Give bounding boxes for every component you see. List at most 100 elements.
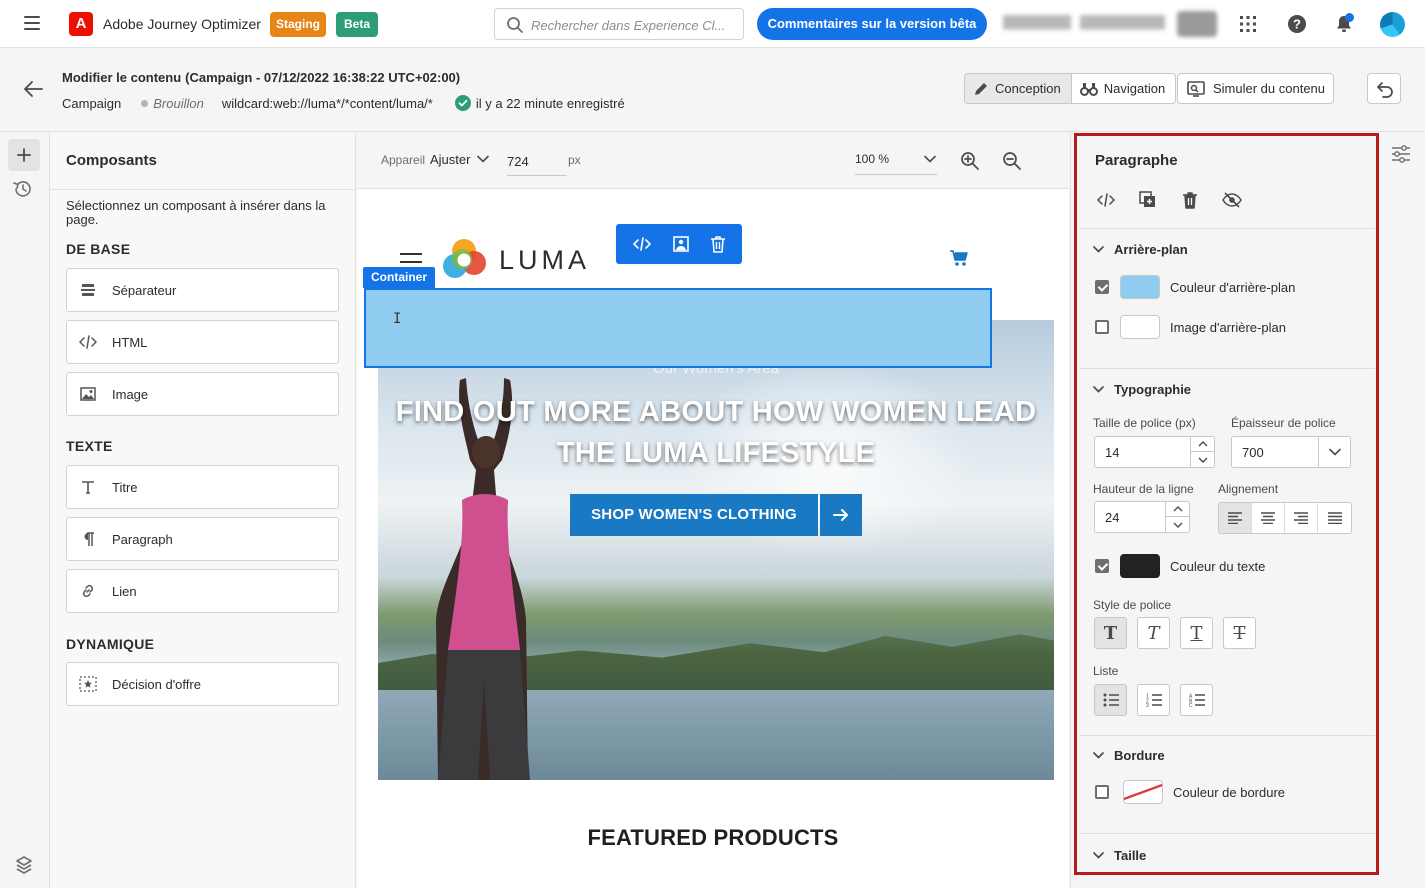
help-icon[interactable]: ? (1286, 13, 1308, 35)
text-cursor-icon: I (393, 311, 402, 327)
component-html[interactable]: HTML (66, 320, 339, 364)
hero-cta-button[interactable]: SHOP WOMEN'S CLOTHING (570, 494, 862, 536)
text-color-swatch[interactable] (1120, 554, 1160, 578)
component-paragraph[interactable]: Paragraph (66, 517, 339, 561)
trash-icon[interactable] (1179, 189, 1200, 210)
line-height-stepper[interactable]: 24 (1094, 501, 1190, 533)
offer-decision-icon (79, 675, 97, 693)
editor-canvas[interactable]: LUMA Our Women's Area FIND OUT MORE ABOU… (357, 189, 1069, 888)
simulate-content-button[interactable]: Simuler du contenu (1177, 73, 1334, 104)
search-input[interactable] (531, 14, 736, 36)
chevron-down-icon (1093, 852, 1104, 859)
background-section-toggle[interactable]: Arrière-plan (1093, 242, 1188, 257)
code-icon[interactable] (632, 236, 652, 252)
numbered-list-icon[interactable]: 123 (1137, 684, 1170, 716)
component-offer-decision[interactable]: Décision d'offre (66, 662, 339, 706)
border-section-toggle[interactable]: Bordure (1093, 748, 1165, 763)
undo-button[interactable] (1367, 73, 1401, 104)
blurred-org[interactable]: ████████ (1003, 15, 1071, 33)
align-center-icon[interactable] (1252, 503, 1285, 533)
strikethrough-icon[interactable]: T (1223, 617, 1256, 649)
align-left-icon[interactable] (1219, 503, 1252, 533)
bg-color-swatch[interactable] (1120, 275, 1160, 299)
separator-icon (79, 281, 97, 299)
svg-text:3: 3 (1146, 703, 1149, 707)
divider (1079, 833, 1375, 834)
code-icon[interactable] (1095, 189, 1116, 210)
device-label: Appareil (381, 153, 426, 167)
user-avatar[interactable] (1380, 12, 1405, 37)
container-tag: Container (363, 267, 436, 288)
bullet-list-icon[interactable] (1094, 684, 1127, 716)
bg-color-checkbox[interactable] (1095, 280, 1109, 294)
staging-badge: Staging (270, 12, 326, 37)
notifications-bell-icon[interactable] (1333, 13, 1355, 35)
chevron-down-icon[interactable] (1191, 452, 1214, 467)
section-basic-title: DE BASE (66, 241, 131, 257)
border-color-swatch[interactable] (1123, 780, 1163, 804)
arrow-right-icon (820, 494, 862, 536)
hero-banner[interactable]: Our Women's Area FIND OUT MORE ABOUT HOW… (378, 320, 1054, 780)
border-color-checkbox[interactable] (1095, 785, 1109, 799)
layers-icon[interactable] (13, 853, 35, 875)
component-link[interactable]: Lien (66, 569, 339, 613)
left-rail (0, 132, 50, 888)
line-height-label: Hauteur de la ligne (1093, 482, 1194, 496)
font-weight-select[interactable]: 700 (1231, 436, 1351, 468)
design-mode-button[interactable]: Conception (965, 74, 1072, 103)
component-image[interactable]: Image (66, 372, 339, 416)
history-icon[interactable] (12, 179, 34, 199)
trash-icon[interactable] (710, 235, 726, 253)
blurred-sandbox[interactable]: ██████████ (1080, 15, 1168, 33)
chevron-down-icon[interactable] (1166, 517, 1189, 532)
component-separator[interactable]: Séparateur (66, 268, 339, 312)
code-icon (79, 333, 97, 351)
chevron-down-icon[interactable] (924, 155, 936, 163)
bold-icon[interactable]: T (1094, 617, 1127, 649)
width-input[interactable] (507, 148, 567, 176)
status-badge: Brouillon (153, 95, 204, 111)
device-select[interactable]: Ajuster (430, 152, 470, 167)
selected-container[interactable]: I (364, 288, 992, 368)
back-arrow-icon[interactable] (22, 79, 44, 99)
chevron-down-icon (1093, 386, 1104, 393)
typography-section-toggle[interactable]: Typographie (1093, 382, 1191, 397)
chevron-down-icon[interactable] (477, 155, 489, 163)
align-justify-icon[interactable] (1318, 503, 1351, 533)
apps-grid-icon[interactable] (1237, 13, 1259, 35)
component-title[interactable]: Titre (66, 465, 339, 509)
beta-feedback-button[interactable]: Commentaires sur la version bêta (757, 8, 987, 40)
add-component-button[interactable] (8, 139, 40, 171)
bg-image-checkbox[interactable] (1095, 320, 1109, 334)
duplicate-icon[interactable] (1137, 189, 1158, 210)
bg-image-swatch[interactable] (1120, 315, 1160, 339)
cart-icon[interactable] (949, 249, 969, 267)
search-icon (507, 17, 523, 33)
zoom-select[interactable]: 100 % (855, 152, 889, 166)
align-right-icon[interactable] (1285, 503, 1318, 533)
zoom-in-icon[interactable] (960, 151, 980, 171)
hide-icon[interactable] (1221, 189, 1242, 210)
zoom-out-icon[interactable] (1002, 151, 1022, 171)
adobe-logo: A (69, 12, 93, 36)
size-section-title: Taille (1114, 848, 1147, 863)
italic-icon[interactable]: T (1137, 617, 1170, 649)
component-label: Image (112, 386, 149, 402)
chevron-up-icon[interactable] (1166, 502, 1189, 517)
navigation-mode-button[interactable]: Navigation (1071, 74, 1176, 103)
menu-icon[interactable] (24, 16, 40, 30)
text-color-checkbox[interactable] (1095, 559, 1109, 573)
text-color-row: Couleur du texte (1095, 554, 1265, 578)
text-color-label: Couleur du texte (1170, 558, 1266, 574)
blurred-env[interactable] (1177, 11, 1217, 37)
image-replace-icon[interactable] (672, 235, 690, 253)
size-section-toggle[interactable]: Taille (1093, 848, 1146, 863)
undo-icon (1377, 82, 1393, 98)
font-size-stepper[interactable]: 14 (1094, 436, 1215, 468)
app-name[interactable]: Adobe Journey Optimizer (103, 16, 261, 32)
section-text-title: TEXTE (66, 438, 113, 454)
alpha-list-icon[interactable]: ABC (1180, 684, 1213, 716)
settings-sliders-icon[interactable] (1391, 145, 1411, 163)
chevron-up-icon[interactable] (1191, 437, 1214, 452)
underline-icon[interactable]: T (1180, 617, 1213, 649)
